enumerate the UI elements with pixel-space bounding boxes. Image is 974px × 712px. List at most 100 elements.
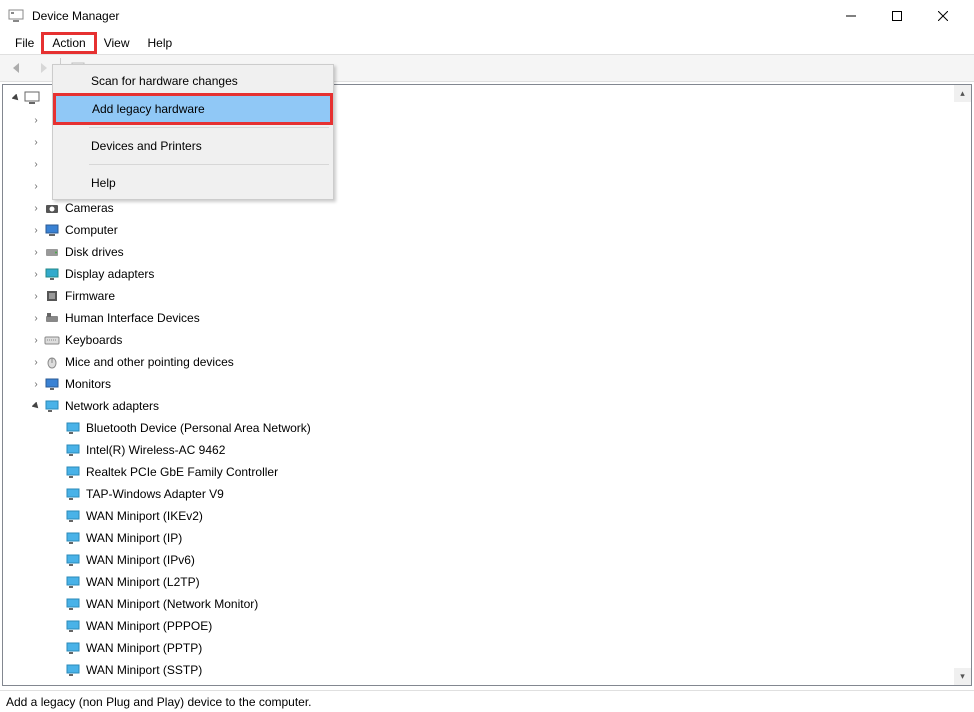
tree-label: WAN Miniport (IKEv2) (86, 509, 203, 523)
statusbar-text: Add a legacy (non Plug and Play) device … (6, 695, 312, 709)
chevron-right-icon[interactable]: › (29, 113, 43, 127)
chevron-right-icon[interactable]: › (29, 289, 43, 303)
chevron-right-icon[interactable]: › (29, 223, 43, 237)
chevron-right-icon[interactable]: › (29, 377, 43, 391)
scroll-down-button[interactable]: ▾ (954, 668, 971, 685)
tree-label: TAP-Windows Adapter V9 (86, 487, 224, 501)
titlebar: Device Manager (0, 0, 974, 32)
tree-label: Mice and other pointing devices (65, 355, 234, 369)
menu-separator (89, 164, 329, 165)
hid-icon (44, 310, 60, 326)
network-adapter-icon (65, 530, 81, 546)
net-tap[interactable]: TAP-Windows Adapter V9 (3, 483, 971, 505)
tree-label: Display adapters (65, 267, 154, 281)
tree-hid[interactable]: › Human Interface Devices (3, 307, 971, 329)
net-ipv6[interactable]: WAN Miniport (IPv6) (3, 549, 971, 571)
scroll-up-button[interactable]: ▴ (954, 85, 971, 102)
tree-keyboards[interactable]: › Keyboards (3, 329, 971, 351)
net-sstp[interactable]: WAN Miniport (SSTP) (3, 659, 971, 681)
forward-button[interactable] (32, 57, 54, 79)
tree-cameras[interactable]: › Cameras (3, 197, 971, 219)
tree-label: Human Interface Devices (65, 311, 200, 325)
chevron-right-icon[interactable]: › (29, 135, 43, 149)
tree-network-adapters[interactable]: Network adapters (3, 395, 971, 417)
chevron-right-icon[interactable]: › (29, 201, 43, 215)
menu-view[interactable]: View (95, 34, 139, 52)
tree-label: Keyboards (65, 333, 122, 347)
menubar: File Action View Help (0, 32, 974, 54)
tree-label: WAN Miniport (IP) (86, 531, 182, 545)
action-dropdown-menu: Scan for hardware changes Add legacy har… (52, 64, 334, 200)
app-icon (8, 8, 24, 24)
computer-icon (24, 90, 40, 106)
chevron-right-icon[interactable]: › (29, 311, 43, 325)
net-bluetooth[interactable]: Bluetooth Device (Personal Area Network) (3, 417, 971, 439)
expander-icon[interactable] (9, 91, 23, 105)
minimize-button[interactable] (828, 0, 874, 32)
window-title: Device Manager (32, 9, 828, 23)
maximize-button[interactable] (874, 0, 920, 32)
net-pppoe[interactable]: WAN Miniport (PPPOE) (3, 615, 971, 637)
tree-label: WAN Miniport (IPv6) (86, 553, 195, 567)
net-ip[interactable]: WAN Miniport (IP) (3, 527, 971, 549)
net-pptp[interactable]: WAN Miniport (PPTP) (3, 637, 971, 659)
tree-label: Disk drives (65, 245, 124, 259)
tree-label: WAN Miniport (Network Monitor) (86, 597, 258, 611)
back-button[interactable] (6, 57, 28, 79)
display-icon (44, 266, 60, 282)
menu-devices-printers[interactable]: Devices and Printers (55, 132, 331, 160)
close-button[interactable] (920, 0, 966, 32)
statusbar: Add a legacy (non Plug and Play) device … (0, 690, 974, 712)
menu-file[interactable]: File (6, 34, 43, 52)
net-realtek[interactable]: Realtek PCIe GbE Family Controller (3, 461, 971, 483)
tree-label: WAN Miniport (PPTP) (86, 641, 202, 655)
network-adapter-icon (65, 618, 81, 634)
network-adapter-icon (65, 574, 81, 590)
chevron-right-icon[interactable]: › (29, 245, 43, 259)
tree-label: WAN Miniport (L2TP) (86, 575, 200, 589)
network-adapter-icon (65, 596, 81, 612)
chevron-right-icon[interactable]: › (29, 267, 43, 281)
menu-scan-hardware[interactable]: Scan for hardware changes (55, 67, 331, 95)
tree-mice[interactable]: › Mice and other pointing devices (3, 351, 971, 373)
tree-label: WAN Miniport (SSTP) (86, 663, 202, 677)
network-adapter-icon (65, 486, 81, 502)
menu-help[interactable]: Help (139, 34, 182, 52)
tree-label: WAN Miniport (PPPOE) (86, 619, 212, 633)
net-l2tp[interactable]: WAN Miniport (L2TP) (3, 571, 971, 593)
net-intel[interactable]: Intel(R) Wireless-AC 9462 (3, 439, 971, 461)
tree-firmware[interactable]: › Firmware (3, 285, 971, 307)
chevron-right-icon[interactable]: › (29, 355, 43, 369)
mouse-icon (44, 354, 60, 370)
network-icon (44, 398, 60, 414)
chevron-right-icon[interactable]: › (29, 333, 43, 347)
menu-help[interactable]: Help (55, 169, 331, 197)
tree-monitors[interactable]: › Monitors (3, 373, 971, 395)
tree-label: Intel(R) Wireless-AC 9462 (86, 443, 225, 457)
network-adapter-icon (65, 508, 81, 524)
chevron-down-icon[interactable] (29, 399, 43, 413)
monitor-icon (44, 376, 60, 392)
disk-icon (44, 244, 60, 260)
menu-action[interactable]: Action (43, 34, 94, 52)
keyboard-icon (44, 332, 60, 348)
network-adapter-icon (65, 662, 81, 678)
computer-icon (44, 222, 60, 238)
chevron-right-icon[interactable]: › (29, 157, 43, 171)
menu-add-legacy-hardware[interactable]: Add legacy hardware (55, 95, 331, 123)
camera-icon (44, 200, 60, 216)
net-ikev2[interactable]: WAN Miniport (IKEv2) (3, 505, 971, 527)
network-adapter-icon (65, 420, 81, 436)
tree-computer[interactable]: › Computer (3, 219, 971, 241)
menu-separator (89, 127, 329, 128)
tree-label: Realtek PCIe GbE Family Controller (86, 465, 278, 479)
network-adapter-icon (65, 464, 81, 480)
chevron-right-icon[interactable]: › (29, 179, 43, 193)
tree-display-adapters[interactable]: › Display adapters (3, 263, 971, 285)
network-adapter-icon (65, 442, 81, 458)
tree-disk-drives[interactable]: › Disk drives (3, 241, 971, 263)
net-netmon[interactable]: WAN Miniport (Network Monitor) (3, 593, 971, 615)
tree-label: Computer (65, 223, 118, 237)
tree-label: Network adapters (65, 399, 159, 413)
window-controls (828, 0, 966, 32)
